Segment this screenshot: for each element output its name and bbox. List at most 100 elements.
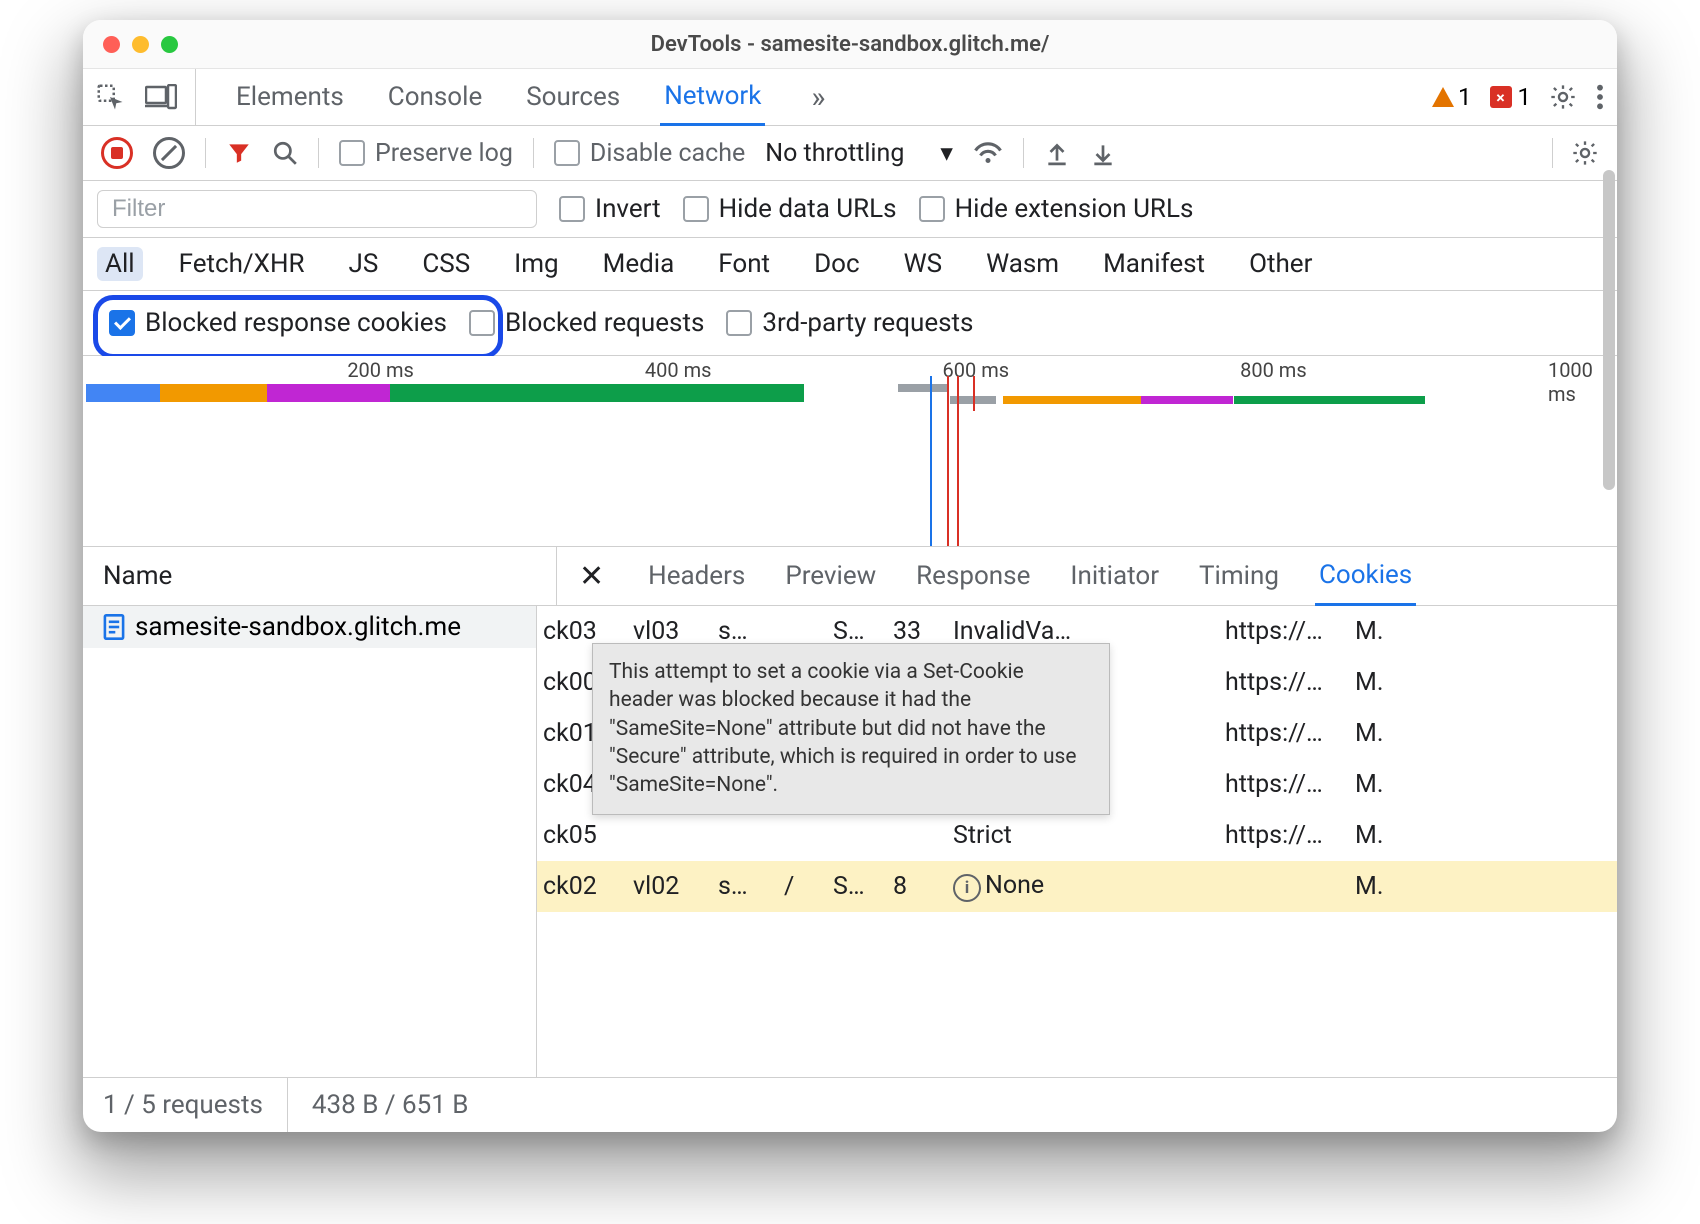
type-pill[interactable]: All (97, 247, 143, 281)
tab-sources[interactable]: Sources (522, 70, 624, 124)
cookie-cell: Strict (947, 821, 1083, 850)
errors-badge[interactable]: ×1 (1490, 83, 1532, 111)
more-tabs-icon[interactable]: » (801, 80, 825, 115)
hide-data-urls-label: Hide data URLs (719, 194, 897, 224)
cookie-cell: 33 (887, 617, 947, 646)
detail-tab-initiator[interactable]: Initiator (1066, 548, 1163, 604)
hide-data-urls-checkbox[interactable]: Hide data URLs (683, 194, 897, 224)
clear-button[interactable] (153, 137, 185, 169)
invert-checkbox[interactable]: Invert (559, 194, 661, 224)
third-party-requests-checkbox[interactable]: 3rd-party requests (726, 308, 973, 338)
overview-bar (1141, 396, 1233, 404)
blocked-requests-checkbox[interactable]: Blocked requests (469, 308, 704, 338)
warnings-badge[interactable]: 1 (1432, 83, 1472, 111)
name-column-header[interactable]: Name (83, 547, 557, 605)
overview-timeline[interactable]: 200 ms 400 ms 600 ms 800 ms 1000 ms (83, 356, 1617, 547)
cookie-cell: InvalidVa… (947, 617, 1083, 646)
detail-tab-timing[interactable]: Timing (1195, 548, 1283, 604)
type-pill[interactable]: Media (595, 247, 683, 281)
detail-tab-preview[interactable]: Preview (781, 548, 880, 604)
cookie-cell: vl03 (627, 617, 712, 646)
tab-console[interactable]: Console (384, 70, 486, 124)
titlebar: DevTools - samesite-sandbox.glitch.me/ (83, 20, 1617, 69)
cookie-row[interactable]: ck02vl02s…/S…8iNoneM. (537, 861, 1617, 912)
tick-label: 600 ms (943, 358, 1010, 382)
cookie-cell: https://… (1219, 821, 1349, 850)
tick-label: 200 ms (347, 358, 414, 382)
overview-ticks: 200 ms 400 ms 600 ms 800 ms 1000 ms (83, 358, 1617, 376)
cookie-cell: ck05 (537, 821, 627, 850)
cookie-cell: S… (827, 872, 887, 901)
detail-tab-cookies[interactable]: Cookies (1315, 547, 1416, 606)
scrollbar[interactable] (1603, 170, 1615, 490)
type-pill[interactable]: Font (710, 247, 778, 281)
tab-network[interactable]: Network (660, 69, 765, 126)
devtools-window: DevTools - samesite-sandbox.glitch.me/ E… (83, 20, 1617, 1132)
type-pill[interactable]: Other (1241, 247, 1320, 281)
cookie-cell: M. (1349, 617, 1401, 646)
overview-bar (267, 384, 390, 402)
settings-gear-icon[interactable] (1549, 83, 1577, 111)
document-icon (103, 614, 125, 640)
download-har-icon[interactable] (1090, 139, 1116, 167)
minimize-window-button[interactable] (132, 36, 149, 53)
cookie-cell: S… (827, 617, 887, 646)
request-name-label: samesite-sandbox.glitch.me (135, 612, 461, 642)
disable-cache-checkbox[interactable]: Disable cache (554, 139, 745, 168)
hide-extension-urls-checkbox[interactable]: Hide extension URLs (919, 194, 1194, 224)
overview-bar (1003, 396, 1141, 404)
filter-bar: Invert Hide data URLs Hide extension URL… (83, 181, 1617, 238)
network-conditions-icon[interactable] (973, 140, 1003, 166)
overview-marker (947, 376, 949, 546)
network-settings-gear-icon[interactable] (1571, 139, 1599, 167)
overview-marker (973, 376, 975, 411)
inspect-icon[interactable] (95, 82, 125, 112)
type-pill[interactable]: Fetch/XHR (171, 247, 313, 281)
filter-funnel-icon[interactable] (226, 140, 252, 166)
cookie-cell: https://… (1219, 617, 1349, 646)
blocked-response-cookies-checkbox[interactable]: Blocked response cookies (97, 308, 447, 338)
upload-har-icon[interactable] (1044, 139, 1070, 167)
tick-label: 800 ms (1240, 358, 1307, 382)
cookie-cell: M. (1349, 719, 1401, 748)
detail-tab-response[interactable]: Response (912, 548, 1034, 604)
type-pill[interactable]: Manifest (1095, 247, 1213, 281)
info-icon[interactable]: i (953, 874, 981, 902)
request-list: samesite-sandbox.glitch.me (83, 606, 537, 1077)
device-toolbar-icon[interactable] (145, 84, 177, 110)
errors-count: 1 (1518, 83, 1532, 111)
main-tabstrip: Elements Console Sources Network » 1 ×1 (83, 69, 1617, 126)
request-row[interactable]: samesite-sandbox.glitch.me (83, 606, 536, 648)
type-pill[interactable]: WS (896, 247, 951, 281)
detail-tab-headers[interactable]: Headers (644, 548, 749, 604)
overview-bar (390, 384, 804, 402)
type-pill[interactable]: Img (506, 247, 566, 281)
type-pill[interactable]: CSS (414, 247, 478, 281)
status-bar: 1 / 5 requests 438 B / 651 B (83, 1077, 1617, 1132)
throttling-select[interactable]: No throttling▾ (765, 138, 953, 168)
cookie-row[interactable]: ck05Stricthttps://…M. (537, 810, 1617, 861)
preserve-log-label: Preserve log (375, 139, 513, 168)
fullscreen-window-button[interactable] (161, 36, 178, 53)
close-detail-icon[interactable]: ✕ (571, 559, 612, 594)
close-window-button[interactable] (103, 36, 120, 53)
type-pill[interactable]: JS (341, 247, 387, 281)
cookie-blocked-tooltip: This attempt to set a cookie via a Set-C… (592, 643, 1110, 815)
type-pill[interactable]: Wasm (978, 247, 1067, 281)
overview-marker (957, 376, 959, 546)
requests-summary: 1 / 5 requests (103, 1078, 288, 1132)
preserve-log-checkbox[interactable]: Preserve log (339, 139, 513, 168)
hide-extension-urls-label: Hide extension URLs (955, 194, 1194, 224)
chevron-down-icon: ▾ (940, 138, 953, 168)
filter-input[interactable] (97, 190, 537, 228)
extra-filters-row: Blocked response cookies Blocked request… (83, 291, 1617, 356)
disable-cache-label: Disable cache (590, 139, 745, 168)
search-icon[interactable] (272, 140, 298, 166)
tick-label: 400 ms (645, 358, 712, 382)
type-pill[interactable]: Doc (806, 247, 868, 281)
kebab-menu-icon[interactable] (1595, 83, 1605, 111)
record-button[interactable] (101, 137, 133, 169)
tab-elements[interactable]: Elements (232, 70, 348, 124)
third-party-requests-label: 3rd-party requests (762, 308, 973, 338)
resource-type-filter: All Fetch/XHR JS CSS Img Media Font Doc … (83, 238, 1617, 291)
